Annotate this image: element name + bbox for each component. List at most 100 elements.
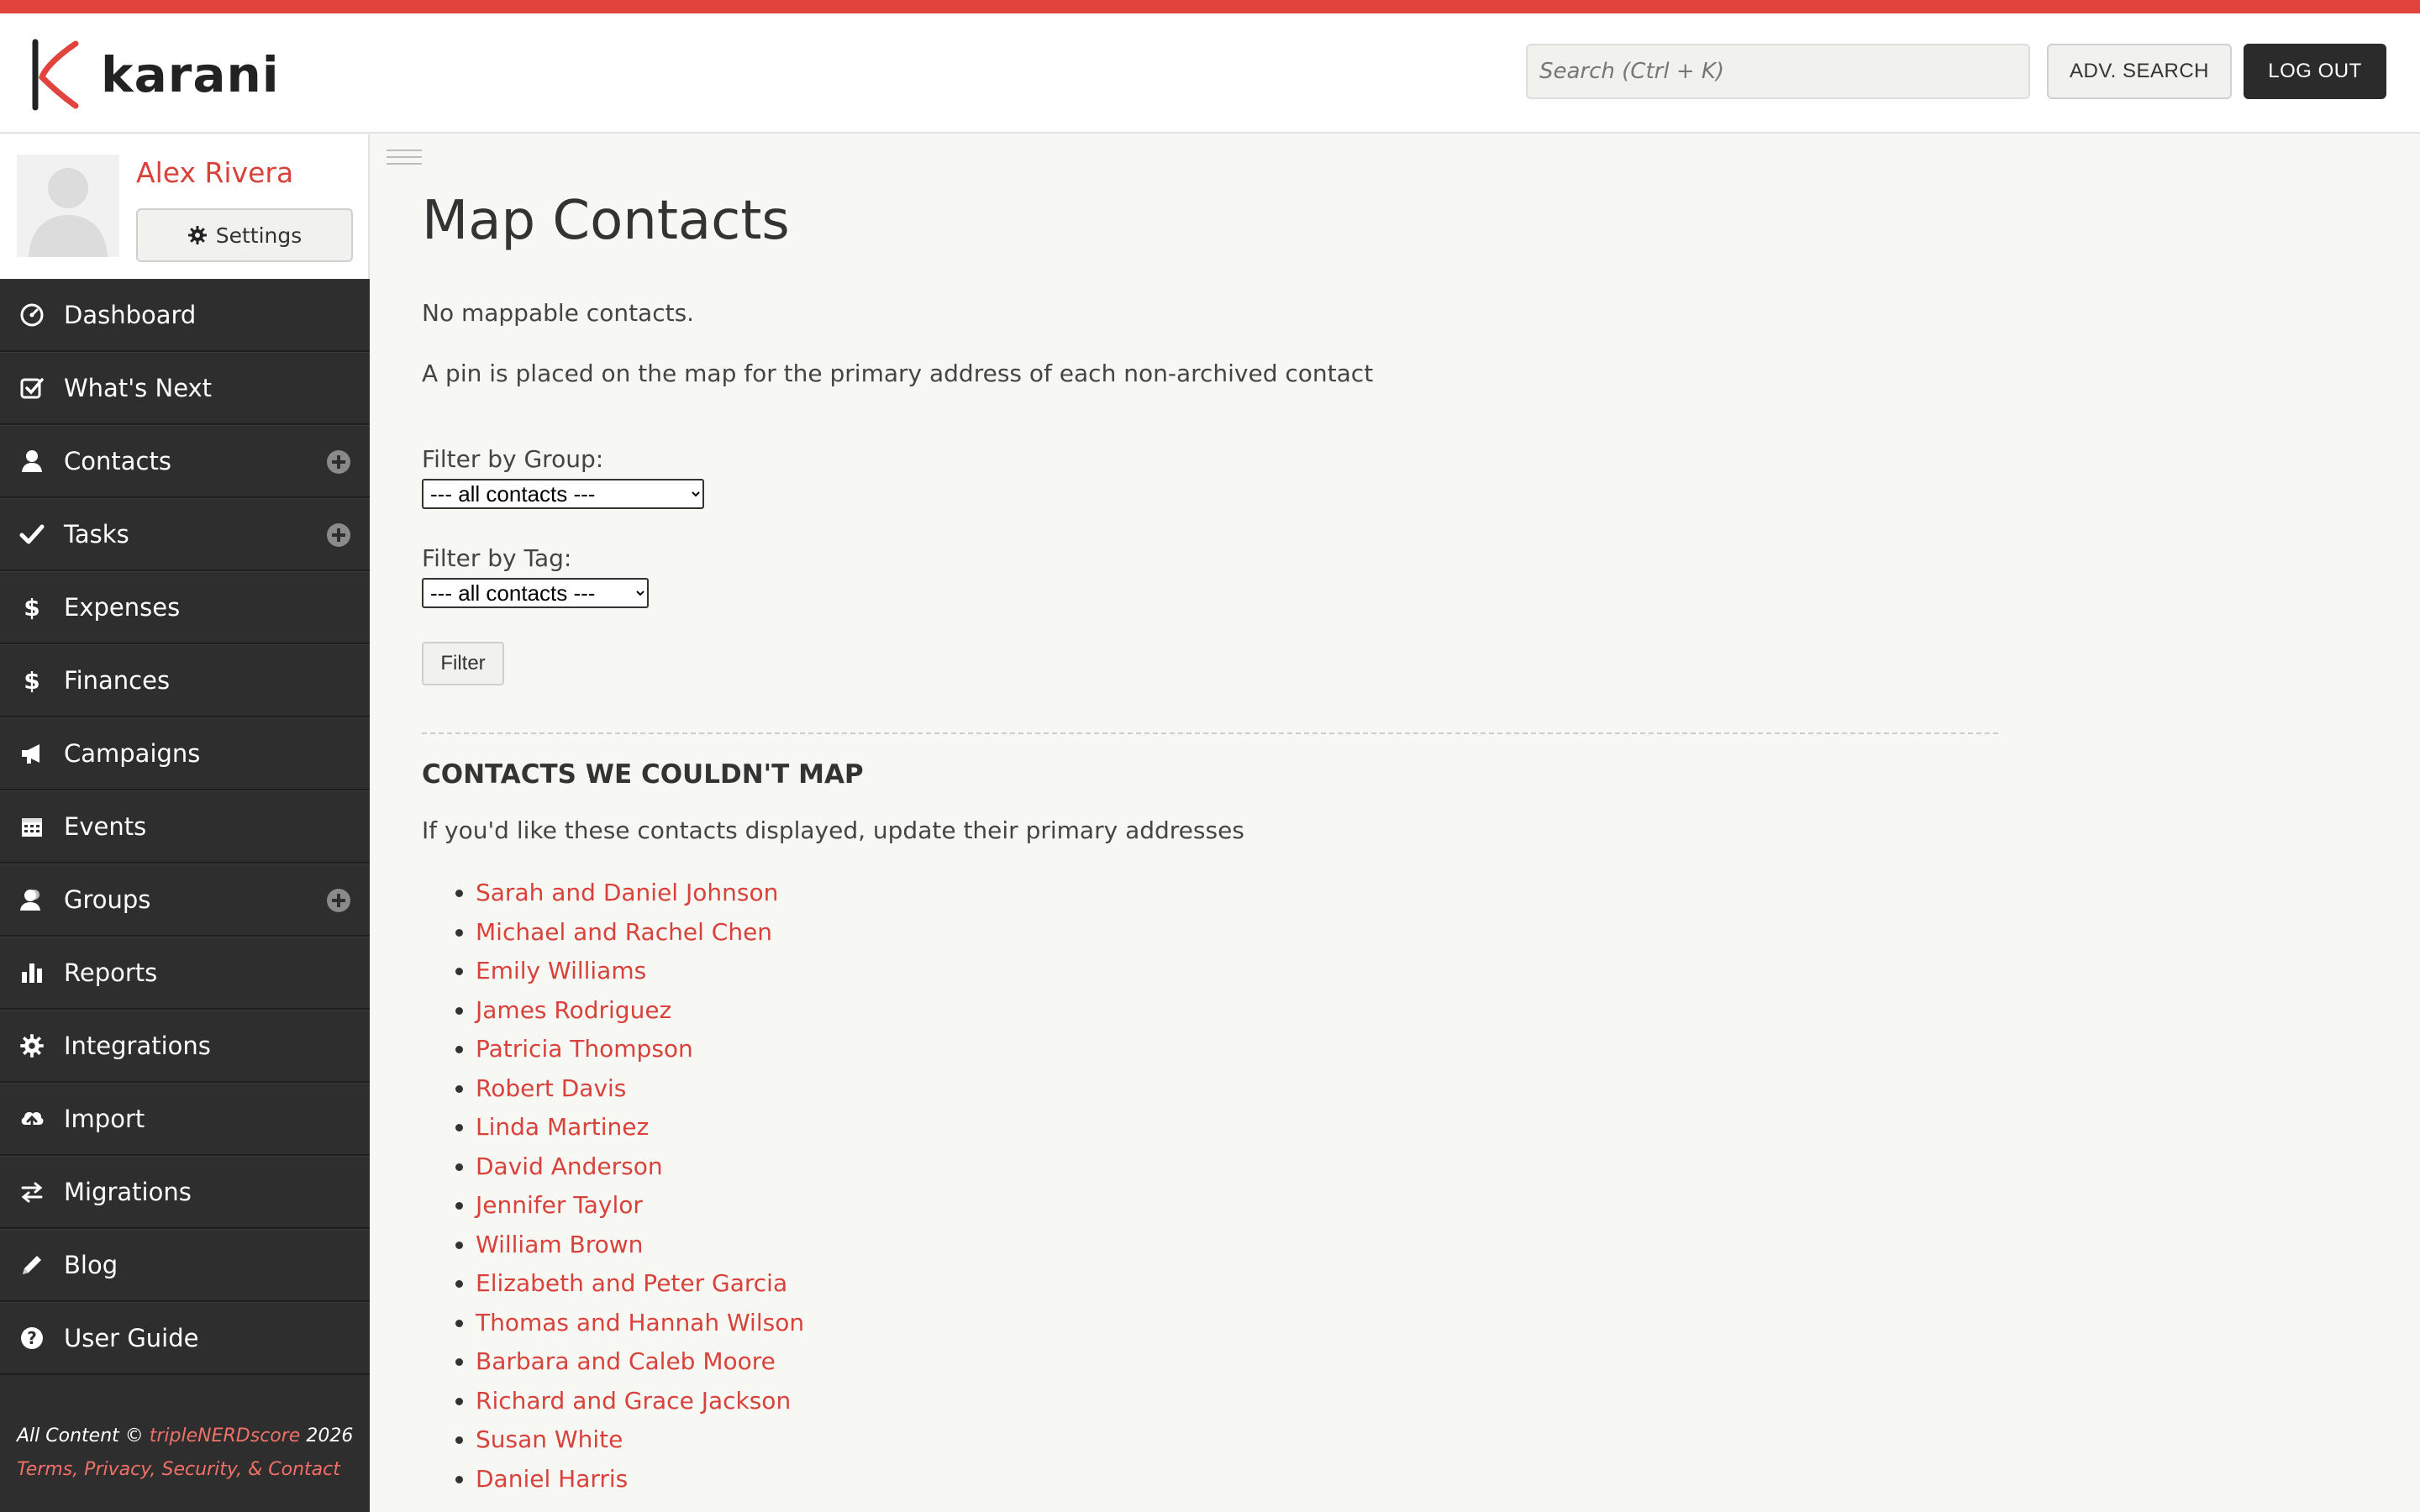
logout-button[interactable]: LOG OUT [2244, 44, 2386, 99]
sidebar-item-label: Expenses [64, 593, 181, 622]
group-filter-label: Filter by Group: [422, 445, 604, 473]
contact-link[interactable]: Michael and Rachel Chen [476, 918, 772, 946]
list-item: Daniel Harris [476, 1460, 804, 1499]
page-title: Map Contacts [422, 190, 790, 252]
copyright-prefix: All Content © [17, 1425, 150, 1446]
settings-label: Settings [215, 223, 302, 248]
contact-link[interactable]: Jennifer Taylor [476, 1191, 643, 1219]
app-logo[interactable]: karani [27, 39, 280, 111]
sidebar-item-label: Events [64, 812, 147, 841]
settings-button[interactable]: Settings [136, 208, 353, 262]
bar-chart-icon [22, 963, 42, 983]
sidebar-item-whats-next[interactable]: What's Next [0, 352, 370, 425]
unmapped-section-hint: If you'd like these contacts displayed, … [422, 816, 1244, 844]
sidebar-item-migrations[interactable]: Migrations [0, 1156, 370, 1229]
sidebar-item-label: Finances [64, 666, 171, 695]
add-contact-icon[interactable] [326, 449, 351, 475]
sidebar-item-label: Integrations [64, 1032, 211, 1060]
contact-link[interactable]: Barbara and Caleb Moore [476, 1347, 776, 1375]
contact-link[interactable]: Linda Martinez [476, 1113, 649, 1141]
karani-logo-icon [32, 39, 79, 111]
contact-link[interactable]: David Anderson [476, 1152, 663, 1180]
map-description: A pin is placed on the map for the prima… [422, 360, 1374, 387]
section-divider [422, 732, 1998, 734]
add-task-icon[interactable] [326, 522, 351, 548]
profile-panel: Alex Rivera Settings [0, 134, 370, 279]
app-name: karani [101, 46, 280, 103]
list-item: Robert Davis [476, 1069, 804, 1109]
contact-link[interactable]: Sarah and Daniel Johnson [476, 879, 778, 906]
sidebar-nav: Dashboard What's Next Contacts Tasks $ E… [0, 279, 370, 1375]
sidebar-item-reports[interactable]: Reports [0, 937, 370, 1010]
tag-filter-label: Filter by Tag: [422, 544, 572, 572]
list-item: Michael and Rachel Chen [476, 913, 804, 953]
sidebar-item-blog[interactable]: Blog [0, 1229, 370, 1302]
sidebar-item-label: What's Next [64, 374, 213, 402]
avatar[interactable] [17, 155, 119, 257]
footer-legal-links[interactable]: Terms, Privacy, Security, & Contact [17, 1453, 361, 1487]
gear-icon [20, 1034, 44, 1058]
sidebar-footer: All Content © tripleNERDscore 2026 Terms… [17, 1420, 361, 1487]
user-icon [22, 450, 42, 472]
sidebar-item-user-guide[interactable]: ? User Guide [0, 1302, 370, 1375]
contact-link[interactable]: Daniel Harris [476, 1465, 628, 1493]
svg-text:$: $ [24, 668, 39, 693]
no-contacts-message: No mappable contacts. [422, 299, 695, 327]
sidebar-item-label: Dashboard [64, 301, 197, 329]
dollar-icon: $ [24, 595, 39, 620]
sidebar-item-label: Import [64, 1105, 145, 1133]
sidebar-item-finances[interactable]: $ Finances [0, 644, 370, 717]
sidebar-item-contacts[interactable]: Contacts [0, 425, 370, 498]
unmapped-contact-list: Sarah and Daniel Johnson Michael and Rac… [422, 874, 804, 1499]
check-square-icon [20, 378, 44, 399]
sidebar-item-events[interactable]: Events [0, 790, 370, 864]
dashboard-icon [20, 303, 44, 327]
sidebar-item-label: Groups [64, 885, 151, 914]
advanced-search-button[interactable]: ADV. SEARCH [2047, 44, 2232, 99]
sidebar-item-tasks[interactable]: Tasks [0, 498, 370, 571]
cloud-upload-icon [21, 1111, 44, 1131]
list-item: Linda Martinez [476, 1108, 804, 1147]
group-filter-select[interactable]: --- all contacts --- [422, 479, 704, 509]
search-input[interactable] [1526, 44, 2030, 99]
sidebar-item-import[interactable]: Import [0, 1083, 370, 1156]
add-group-icon[interactable] [326, 888, 351, 913]
profile-name[interactable]: Alex Rivera [136, 156, 293, 189]
list-item: James Rodriguez [476, 991, 804, 1031]
contact-link[interactable]: Robert Davis [476, 1074, 626, 1102]
contact-link[interactable]: Emily Williams [476, 957, 646, 984]
list-item: Richard and Grace Jackson [476, 1382, 804, 1421]
sidebar-item-campaigns[interactable]: Campaigns [0, 717, 370, 790]
contact-link[interactable]: Patricia Thompson [476, 1035, 693, 1063]
avatar-placeholder-icon [29, 168, 108, 257]
sidebar-item-groups[interactable]: Groups [0, 864, 370, 937]
sidebar-item-label: Contacts [64, 447, 171, 475]
sidebar: Alex Rivera Settings Dashboard What's Ne… [0, 134, 370, 1512]
dollar-icon: $ [24, 668, 39, 693]
sidebar-item-label: Reports [64, 958, 158, 987]
contact-link[interactable]: James Rodriguez [476, 996, 671, 1024]
contact-link[interactable]: Richard and Grace Jackson [476, 1387, 791, 1415]
sidebar-item-integrations[interactable]: Integrations [0, 1010, 370, 1083]
app-header: karani ADV. SEARCH LOG OUT [0, 13, 2420, 134]
filter-button[interactable]: Filter [422, 642, 504, 685]
megaphone-icon [22, 744, 39, 764]
sidebar-item-dashboard[interactable]: Dashboard [0, 279, 370, 352]
copyright-owner-link[interactable]: tripleNERDscore [150, 1425, 301, 1446]
list-item: Jennifer Taylor [476, 1186, 804, 1226]
contact-link[interactable]: Elizabeth and Peter Garcia [476, 1269, 787, 1297]
contact-link[interactable]: William Brown [476, 1231, 643, 1258]
sidebar-item-label: User Guide [64, 1324, 199, 1352]
question-icon: ? [21, 1327, 43, 1349]
list-item: Barbara and Caleb Moore [476, 1342, 804, 1382]
svg-text:$: $ [24, 595, 39, 620]
copyright-line: All Content © tripleNERDscore 2026 [17, 1420, 361, 1453]
svg-text:?: ? [27, 1328, 37, 1348]
sidebar-toggle-icon[interactable] [387, 150, 422, 170]
contact-link[interactable]: Susan White [476, 1425, 623, 1453]
tag-filter-select[interactable]: --- all contacts --- [422, 578, 649, 608]
contact-link[interactable]: Thomas and Hannah Wilson [476, 1309, 804, 1336]
group-icon [20, 890, 40, 911]
list-item: Thomas and Hannah Wilson [476, 1304, 804, 1343]
sidebar-item-expenses[interactable]: $ Expenses [0, 571, 370, 644]
